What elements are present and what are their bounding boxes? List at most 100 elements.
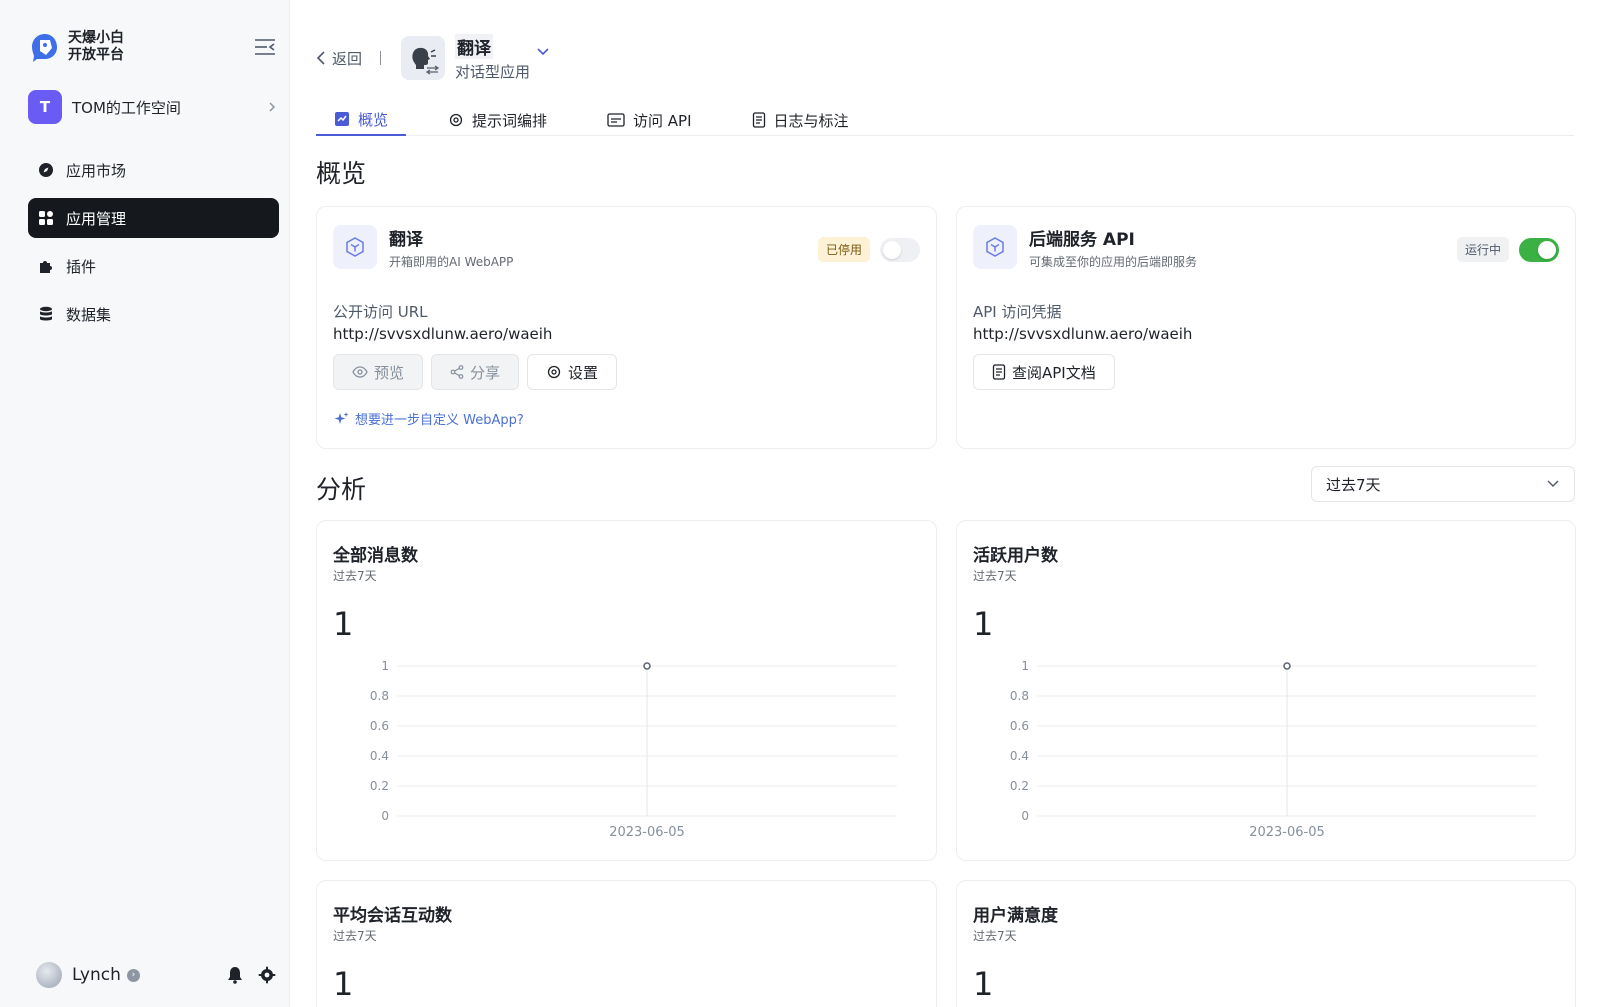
tab-label: 访问 API bbox=[633, 111, 692, 130]
public-url-label: 公开访问 URL bbox=[333, 303, 428, 321]
tab-overview[interactable]: 概览 bbox=[316, 104, 407, 136]
share-button[interactable]: 分享 bbox=[431, 354, 520, 390]
api-docs-button[interactable]: 查阅API文档 bbox=[973, 354, 1115, 390]
database-icon bbox=[38, 306, 54, 322]
sidebar-item-label: 插件 bbox=[66, 257, 97, 276]
workspace-avatar: T bbox=[28, 90, 62, 124]
webapp-toggle[interactable] bbox=[880, 237, 920, 262]
stat-title: 平均会话互动数 bbox=[333, 906, 452, 926]
stat-value: 1 bbox=[973, 965, 994, 1003]
user-info-icon[interactable]: › bbox=[126, 968, 140, 982]
cube-icon bbox=[973, 225, 1017, 269]
sidebar: 天爆小白 开放平台 T TOM的工作空间 应用市场 应用管理 插件 数据集 Ly… bbox=[0, 0, 290, 1007]
data-point[interactable] bbox=[643, 662, 651, 670]
app-header: 返回 翻译 对话型应用 bbox=[316, 34, 550, 82]
y-tick-label: 1 bbox=[381, 659, 389, 673]
app-icon bbox=[401, 36, 446, 80]
sidebar-item-label: 应用市场 bbox=[66, 161, 127, 180]
avatar[interactable] bbox=[36, 962, 62, 988]
preview-button[interactable]: 预览 bbox=[333, 354, 424, 390]
settings-button[interactable]: 设置 bbox=[527, 354, 618, 390]
api-title: 后端服务 API bbox=[1029, 230, 1135, 250]
stat-period: 过去7天 bbox=[333, 929, 377, 943]
tab-prompt[interactable]: 提示词编排 bbox=[430, 104, 565, 136]
app-name: 翻译 bbox=[455, 34, 494, 59]
header-divider bbox=[380, 51, 382, 65]
y-tick-label: 0.6 bbox=[370, 719, 389, 733]
y-tick-label: 0.2 bbox=[370, 779, 389, 793]
tab-bar: 概览 提示词编排 访问 API 日志与标注 bbox=[316, 104, 1574, 136]
sidebar-item-app-management[interactable]: 应用管理 bbox=[28, 198, 279, 238]
back-label: 返回 bbox=[332, 49, 363, 68]
tab-api[interactable]: 访问 API bbox=[589, 104, 710, 136]
webapp-subtitle: 开箱即用的AI WebAPP bbox=[389, 255, 514, 269]
app-type: 对话型应用 bbox=[455, 63, 531, 81]
analysis-title: 分析 bbox=[316, 475, 367, 504]
grid-icon bbox=[38, 210, 54, 226]
stat-card-active-users: 活跃用户数 过去7天 1 0 0.2 0.4 0.6 0.8 1 2023-06-05 bbox=[956, 520, 1576, 861]
x-tick-label: 2023-06-05 bbox=[1249, 825, 1325, 840]
brand[interactable]: 天爆小白 开放平台 bbox=[28, 30, 138, 64]
user-area: Lynch › bbox=[36, 960, 276, 990]
stat-value: 1 bbox=[333, 965, 354, 1003]
y-tick-label: 0.4 bbox=[370, 749, 389, 763]
brand-name: 天爆小白 开放平台 bbox=[68, 30, 138, 64]
gear-icon[interactable] bbox=[258, 966, 276, 984]
chart-icon bbox=[335, 112, 349, 126]
sidebar-item-plugins[interactable]: 插件 bbox=[28, 246, 279, 286]
tab-label: 概览 bbox=[358, 110, 389, 129]
y-tick-label: 0.8 bbox=[370, 689, 389, 703]
api-credential-value[interactable]: http://svvsxdlunw.aero/waeih bbox=[973, 325, 1192, 343]
period-select-value: 过去7天 bbox=[1326, 475, 1381, 494]
bell-icon[interactable] bbox=[226, 966, 244, 984]
y-tick-label: 0.6 bbox=[1010, 719, 1029, 733]
collapse-sidebar-icon[interactable] bbox=[254, 38, 276, 56]
messages-chart: 0 0.2 0.4 0.6 0.8 1 2023-06-05 bbox=[370, 659, 897, 840]
stat-card-satisfaction: 用户满意度 过去7天 1 bbox=[956, 880, 1576, 1007]
chevron-right-icon bbox=[269, 102, 275, 112]
tab-logs[interactable]: 日志与标注 bbox=[734, 104, 867, 136]
period-select[interactable]: 过去7天 bbox=[1311, 466, 1575, 502]
data-point[interactable] bbox=[1283, 662, 1291, 670]
eye-icon bbox=[352, 366, 368, 378]
share-icon bbox=[450, 365, 464, 379]
y-tick-label: 0.2 bbox=[1010, 779, 1029, 793]
webapp-card: 翻译 开箱即用的AI WebAPP 已停用 公开访问 URL http://sv… bbox=[316, 206, 937, 449]
stat-card-messages: 全部消息数 过去7天 1 0 0.2 0.4 0.6 0.8 1 2023-06-05 bbox=[316, 520, 937, 861]
overview-title: 概览 bbox=[316, 159, 367, 188]
status-badge: 运行中 bbox=[1456, 237, 1509, 262]
stat-title: 全部消息数 bbox=[333, 546, 418, 566]
brand-logo-icon bbox=[32, 34, 57, 62]
terminal-icon bbox=[607, 113, 625, 127]
compass-icon bbox=[38, 162, 54, 178]
sidebar-item-label: 应用管理 bbox=[66, 209, 127, 228]
webapp-title: 翻译 bbox=[389, 230, 423, 250]
workspace-name: TOM的工作空间 bbox=[72, 98, 181, 117]
customize-webapp-link[interactable]: 想要进一步自定义 WebApp? bbox=[333, 409, 524, 428]
sidebar-item-datasets[interactable]: 数据集 bbox=[28, 294, 279, 334]
public-url-value[interactable]: http://svvsxdlunw.aero/waeih bbox=[333, 325, 552, 343]
back-button[interactable]: 返回 bbox=[316, 48, 362, 69]
stat-period: 过去7天 bbox=[973, 569, 1017, 583]
settings-label: 设置 bbox=[568, 363, 599, 382]
workspace-switcher[interactable]: T TOM的工作空间 bbox=[28, 88, 278, 126]
chevron-down-icon[interactable] bbox=[536, 47, 550, 57]
sidebar-item-label: 数据集 bbox=[66, 305, 112, 324]
stat-card-avg-interactions: 平均会话互动数 过去7天 1 bbox=[316, 880, 937, 1007]
tab-label: 提示词编排 bbox=[472, 111, 548, 130]
user-name[interactable]: Lynch bbox=[72, 965, 121, 985]
api-credential-label: API 访问凭据 bbox=[973, 303, 1062, 321]
y-tick-label: 0 bbox=[1021, 809, 1029, 823]
stat-title: 活跃用户数 bbox=[973, 546, 1058, 566]
api-subtitle: 可集成至你的应用的后端即服务 bbox=[1029, 255, 1198, 269]
status-badge: 已停用 bbox=[817, 237, 870, 262]
speaking-head-icon bbox=[412, 47, 440, 75]
document-icon bbox=[992, 364, 1006, 380]
share-label: 分享 bbox=[470, 363, 501, 382]
sidebar-nav: 应用市场 应用管理 插件 数据集 bbox=[28, 150, 279, 342]
sparkle-icon bbox=[334, 411, 349, 424]
sidebar-item-app-market[interactable]: 应用市场 bbox=[28, 150, 279, 190]
x-tick-label: 2023-06-05 bbox=[609, 825, 685, 840]
api-toggle[interactable] bbox=[1519, 237, 1559, 262]
api-docs-label: 查阅API文档 bbox=[1012, 363, 1096, 382]
